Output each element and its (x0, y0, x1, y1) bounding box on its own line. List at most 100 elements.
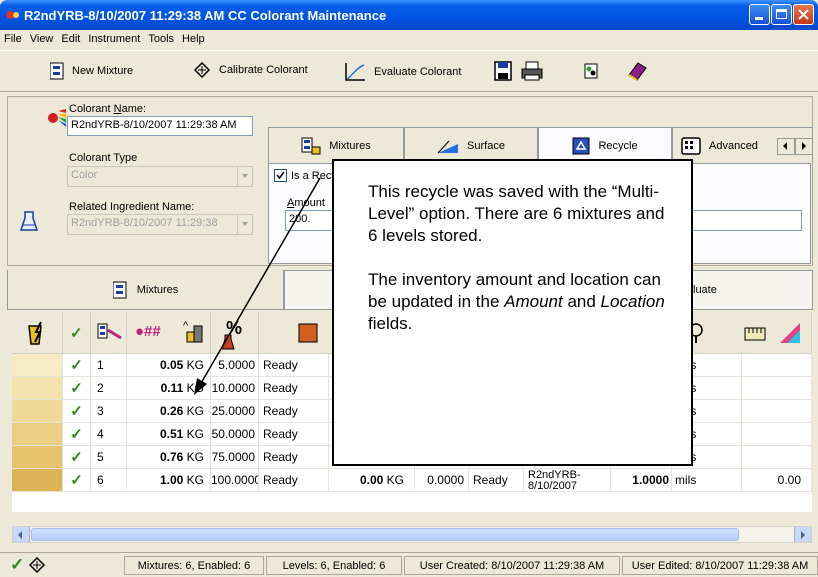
check-icon: ✓ (63, 377, 91, 400)
evaluate-chart-icon (345, 63, 365, 81)
check-icon: ✓ (70, 325, 83, 342)
row-color-swatch (12, 354, 63, 377)
location-field[interactable] (690, 210, 802, 231)
colorant-type-label: Colorant Type (69, 152, 138, 164)
header-check[interactable]: ✓ (63, 312, 91, 354)
callout-text-b: and (562, 292, 601, 311)
tab-recycle[interactable]: Recycle (538, 127, 672, 163)
check-icon: ✓ (63, 400, 91, 423)
horizontal-scrollbar[interactable] (12, 526, 812, 543)
print-icon[interactable] (521, 61, 543, 81)
minimize-button[interactable] (749, 4, 770, 25)
row-color-swatch (12, 469, 63, 492)
tab-scroll-left[interactable] (777, 138, 795, 155)
callout-amount-word: Amount (504, 292, 563, 311)
row-amount: 0.76 KG (127, 446, 211, 469)
row-percent: 75.0000 (211, 446, 259, 469)
mixture-number-icon (97, 323, 122, 340)
tab-mixtures[interactable]: Mixtures (268, 127, 404, 163)
header-enable[interactable] (12, 312, 63, 354)
row-last (742, 377, 812, 400)
new-mixture-label: New Mixture (72, 65, 134, 77)
book-icon[interactable] (626, 60, 648, 82)
menu-view[interactable]: View (26, 30, 58, 45)
evaluate-colorant-button[interactable]: Evaluate Colorant (344, 62, 461, 82)
row-last (742, 446, 812, 469)
status-mixtures: Mixtures: 6, Enabled: 6 (124, 556, 264, 575)
beaker-lightning-icon (28, 321, 42, 345)
scroll-right-button[interactable] (794, 527, 811, 542)
check-icon: ✓ (63, 423, 91, 446)
row-number: 4 (91, 423, 127, 446)
header-number[interactable] (91, 312, 127, 354)
row-name: R2ndYRB-8/10/2007 11:29:38 AM (524, 469, 611, 492)
amount-unit: KG (183, 427, 204, 441)
row-amount: 0.51 KG (127, 423, 211, 446)
row-level: 1.0000 (611, 469, 672, 492)
close-icon (798, 9, 809, 20)
status-levels: Levels: 6, Enabled: 6 (266, 556, 402, 575)
colorant-icon (48, 109, 66, 127)
colorant-name-field[interactable]: R2ndYRB-8/10/2007 11:29:38 AM (67, 116, 253, 136)
row-status: Ready (259, 469, 329, 492)
maximize-button[interactable] (771, 4, 792, 25)
evaluate-colorant-label: Evaluate Colorant (374, 66, 462, 78)
tab-mixtures-label: Mixtures (329, 139, 371, 152)
app-icon (6, 11, 19, 19)
new-mixture-button[interactable]: New Mixture (50, 62, 133, 80)
table-row[interactable]: ✓ 6 1.00 KG 100.0000 Ready 0.00 KG 0.0000 Ready… (12, 469, 812, 492)
tab-surface[interactable]: Surface (404, 127, 538, 163)
status-edited: User Edited: 8/10/2007 11:29:38 AM (622, 556, 818, 575)
check-icon: ✓ (63, 354, 91, 377)
spectrum-icon (780, 323, 800, 343)
new-mixture-icon (50, 62, 64, 80)
row-percent: 50.0000 (211, 423, 259, 446)
save-icon[interactable] (494, 61, 512, 81)
calibrate-icon (193, 62, 211, 78)
color-amount-icon: ●## (135, 323, 161, 340)
amount-value: 0.26 (159, 404, 184, 418)
row-last (742, 354, 812, 377)
calibrate-colorant-label: Calibrate Colorant (219, 64, 308, 76)
row-number: 5 (91, 446, 127, 469)
menu-file[interactable]: File (0, 30, 26, 45)
scroll-left-button[interactable] (13, 527, 30, 542)
callout-paragraph-2: The inventory amount and location can be… (368, 269, 673, 335)
row-status: Ready (259, 446, 329, 469)
row-last (742, 400, 812, 423)
status-check-icon: ✓ (10, 555, 25, 574)
row-status: Ready (259, 400, 329, 423)
amount-value: 0.76 (159, 450, 184, 464)
scroll-thumb[interactable] (31, 528, 739, 541)
status-created: User Created: 8/10/2007 11:29:38 AM (404, 556, 620, 575)
amount-unit: KG (183, 450, 204, 464)
menu-edit[interactable]: Edit (57, 30, 84, 45)
callout-paragraph-1: This recycle was saved with the “Multi-L… (368, 182, 665, 245)
row-color-swatch (12, 423, 63, 446)
status-bar: ✓ Mixtures: 6, Enabled: 6 Levels: 6, Ena… (0, 552, 818, 577)
amount-value: 1.00 (159, 473, 184, 487)
row-number: 3 (91, 400, 127, 423)
title-bar: R2ndYRB-8/10/2007 11:29:38 AM CC Coloran… (0, 0, 818, 30)
menu-help[interactable]: Help (178, 30, 209, 45)
callout-location-word: Location (600, 292, 665, 311)
row-percent: 100.0000 (211, 469, 259, 492)
menu-instrument[interactable]: Instrument (84, 30, 144, 45)
check-icon: ✓ (63, 469, 91, 492)
amount-unit: KG (183, 473, 204, 487)
tab-scroll-right[interactable] (795, 138, 813, 155)
row-level-unit: mils (672, 469, 742, 492)
related-ingredient-label: Related Ingredient Name: (69, 201, 195, 213)
palette-icon[interactable] (584, 63, 598, 79)
row-percent: 25.0000 (211, 400, 259, 423)
row-amount: 1.00 KG (127, 469, 211, 492)
close-button[interactable] (793, 4, 814, 25)
menu-bar: File View Edit Instrument Tools Help (0, 30, 818, 49)
ingredient-icon (19, 211, 39, 231)
calibrate-colorant-button[interactable]: Calibrate Colorant (193, 62, 308, 78)
tab-recycle-label: Recycle (598, 139, 638, 152)
row-color-swatch (12, 400, 63, 423)
menu-tools[interactable]: Tools (144, 30, 178, 45)
colorant-name-label: Colorant Name: (69, 103, 147, 115)
row-last (742, 423, 812, 446)
